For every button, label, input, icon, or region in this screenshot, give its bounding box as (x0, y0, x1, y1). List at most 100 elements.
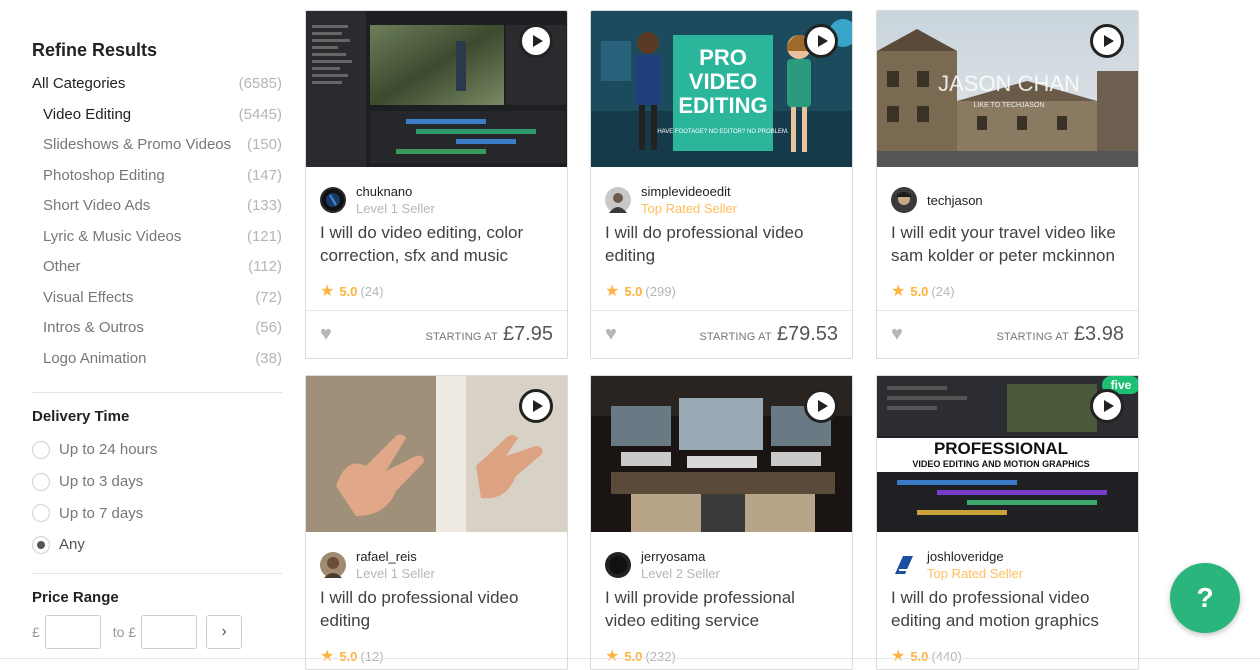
gig-thumbnail[interactable]: JASON CHAN LIKE TO TECHJASON (877, 11, 1138, 167)
seller-level: Top Rated Seller (927, 566, 1024, 581)
category-video-editing[interactable]: Video Editing (5445) (32, 106, 282, 137)
thumb-line1: PROFESSIONAL (934, 439, 1068, 458)
gig-card[interactable]: jerryosama Level 2 Seller I will provide… (590, 375, 853, 670)
seller-name[interactable]: jerryosama (641, 548, 720, 565)
avatar[interactable] (891, 552, 917, 578)
radio-button[interactable] (32, 472, 50, 491)
logo-avatar-icon (895, 556, 913, 574)
thumb-line2: LIKE TO TECHJASON (974, 102, 1045, 109)
rating: ★ 5.0 (440) (891, 648, 962, 665)
gig-thumbnail[interactable] (306, 11, 567, 167)
category-slideshows[interactable]: Slideshows & Promo Videos (150) (32, 136, 282, 167)
seller-info: techjason (877, 167, 1138, 221)
star-icon: ★ (320, 283, 335, 300)
gig-card[interactable]: JASON CHAN LIKE TO TECHJASON techjason I… (876, 10, 1139, 359)
delivery-option-7d[interactable]: Up to 7 days (32, 497, 282, 529)
help-button[interactable]: ? (1170, 563, 1240, 633)
category-photoshop-editing[interactable]: Photoshop Editing (147) (32, 167, 282, 198)
play-video-icon[interactable] (519, 24, 553, 58)
seller-level: Level 1 Seller (356, 201, 435, 216)
category-logo-animation[interactable]: Logo Animation (38) (32, 350, 282, 381)
thumb-line1: JASON CHAN (938, 71, 1080, 96)
sidebar-divider (32, 572, 282, 574)
gig-title[interactable]: I will do professional video editing and… (877, 586, 1138, 643)
delivery-option-24h[interactable]: Up to 24 hours (32, 434, 282, 466)
category-lyric-music-videos[interactable]: Lyric & Music Videos (121) (32, 228, 282, 259)
heart-icon[interactable]: ♥ (891, 323, 903, 346)
thumb-line2: VIDEO EDITING AND MOTION GRAPHICS (912, 459, 1089, 469)
thumb-line2: VIDEO (689, 69, 757, 94)
price[interactable]: STARTING AT £7.95 (425, 323, 553, 346)
seller-name[interactable]: techjason (927, 192, 983, 209)
seller-name[interactable]: joshloveridge (927, 548, 1023, 565)
gig-thumbnail[interactable] (306, 376, 567, 532)
avatar[interactable] (320, 187, 346, 213)
seller-info: joshloveridge Top Rated Seller (877, 532, 1138, 586)
radio-button[interactable] (32, 504, 50, 523)
category-other[interactable]: Other (112) (32, 258, 282, 289)
category-list: All Categories (6585) Video Editing (5445)… (32, 75, 282, 380)
gig-title[interactable]: I will do professional video editing (306, 586, 567, 643)
gig-card[interactable]: PRO VIDEO EDITING HAVE FOOTAGE? NO EDITO… (590, 10, 853, 359)
heart-icon[interactable]: ♥ (320, 323, 332, 346)
seller-level: Level 1 Seller (356, 566, 435, 581)
price[interactable]: STARTING AT £3.98 (996, 323, 1124, 346)
gig-title[interactable]: I will do video editing, color correctio… (306, 221, 567, 278)
card-footer: ♥ STARTING AT £79.53 (591, 310, 852, 358)
page-bottom-divider (0, 658, 1260, 659)
play-video-icon[interactable] (804, 389, 838, 423)
play-video-icon[interactable] (804, 24, 838, 58)
seller-info: jerryosama Level 2 Seller (591, 532, 852, 586)
seller-name[interactable]: simplevideoedit (641, 183, 737, 200)
delivery-option-any[interactable]: Any (32, 529, 282, 561)
seller-level: Level 2 Seller (641, 566, 720, 581)
rating: ★ 5.0 (232) (605, 648, 676, 665)
gig-title[interactable]: I will do professional video editing (591, 221, 852, 278)
gig-card[interactable]: chuknano Level 1 Seller I will do video … (305, 10, 568, 359)
star-icon: ★ (320, 648, 335, 665)
card-footer: ♥ STARTING AT £7.95 (306, 310, 567, 358)
to-label: to (112, 623, 125, 640)
star-icon: ★ (605, 283, 620, 300)
play-video-icon[interactable] (1090, 24, 1124, 58)
category-visual-effects[interactable]: Visual Effects (72) (32, 289, 282, 320)
price-range-row: £ to £ › (32, 614, 282, 649)
gig-title[interactable]: I will provide professional video editin… (591, 586, 852, 643)
refine-results-title: Refine Results (32, 40, 158, 60)
category-intros-outros[interactable]: Intros & Outros (56) (32, 319, 282, 350)
gig-thumbnail[interactable] (591, 376, 852, 532)
play-video-icon[interactable] (1090, 389, 1124, 423)
seller-name[interactable]: chuknano (356, 183, 435, 200)
gig-title[interactable]: I will edit your travel video like sam k… (877, 221, 1138, 278)
gig-card[interactable]: five PROFESSIONAL VIDEO EDITING AND MOTI… (876, 375, 1139, 670)
avatar[interactable] (320, 552, 346, 578)
category-short-video-ads[interactable]: Short Video Ads (133) (32, 197, 282, 228)
gig-thumbnail[interactable]: five PROFESSIONAL VIDEO EDITING AND MOTI… (877, 376, 1138, 532)
seller-name[interactable]: rafael_reis (356, 548, 435, 565)
currency-symbol: £ (128, 623, 137, 640)
delivery-option-3d[interactable]: Up to 3 days (32, 466, 282, 498)
avatar-image (609, 556, 627, 574)
delivery-time-title: Delivery Time (32, 408, 130, 425)
gig-thumbnail[interactable]: PRO VIDEO EDITING HAVE FOOTAGE? NO EDITO… (591, 11, 852, 167)
radio-button-checked[interactable] (32, 535, 50, 554)
price[interactable]: STARTING AT £79.53 (699, 323, 838, 346)
rating: ★ 5.0 (12) (320, 648, 384, 665)
thumb-line3: EDITING (678, 93, 767, 118)
avatar[interactable] (605, 187, 631, 213)
play-video-icon[interactable] (519, 389, 553, 423)
max-price-input[interactable] (141, 614, 198, 649)
avatar[interactable] (605, 552, 631, 578)
radio-button[interactable] (32, 440, 50, 459)
category-all[interactable]: All Categories (6585) (32, 75, 282, 106)
gig-card[interactable]: rafael_reis Level 1 Seller I will do pro… (305, 375, 568, 670)
avatar[interactable] (891, 187, 917, 213)
heart-icon[interactable]: ♥ (605, 323, 617, 346)
sidebar-divider (32, 392, 282, 393)
min-price-input[interactable] (44, 614, 101, 649)
avatar-image (326, 193, 340, 207)
price-range-title: Price Range (32, 588, 119, 606)
seller-level: Top Rated Seller (641, 201, 738, 216)
rating: ★ 5.0 (24) (891, 283, 955, 300)
apply-price-button[interactable]: › (206, 614, 243, 649)
